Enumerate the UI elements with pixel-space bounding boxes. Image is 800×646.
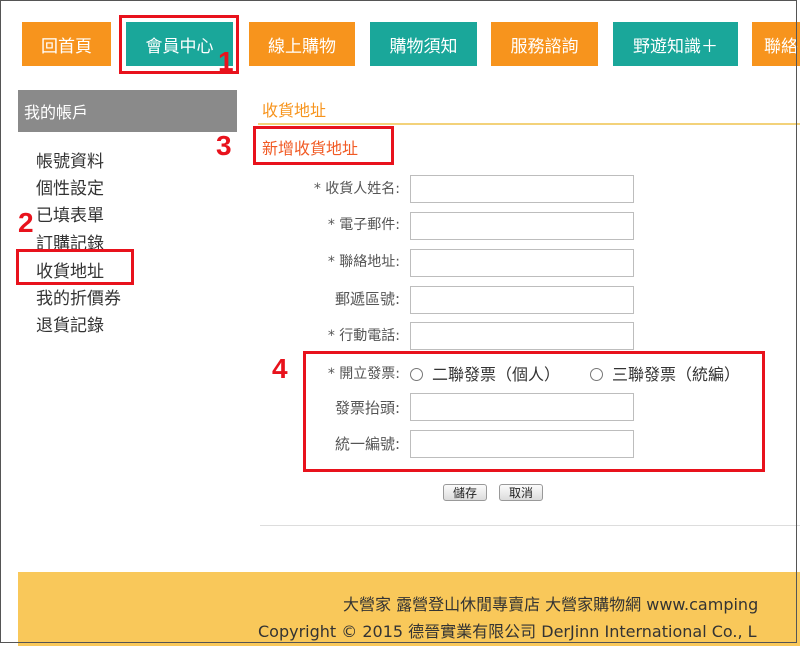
cancel-button[interactable]: 取消 — [499, 484, 543, 501]
sidebar-item-coupons[interactable]: 我的折價券 — [36, 284, 121, 309]
sidebar-item-returns[interactable]: 退貨記錄 — [36, 311, 104, 336]
address-label: * 聯絡地址: — [327, 254, 400, 270]
save-button[interactable]: 儲存 — [443, 484, 487, 501]
nav-contact[interactable]: 聯絡 — [752, 22, 800, 66]
annotation-number-3: 3 — [216, 130, 232, 161]
nav-service[interactable]: 服務諮詢 — [491, 22, 598, 66]
annotation-box-invoice — [303, 351, 765, 472]
name-field[interactable] — [410, 175, 634, 203]
footer-copyright: Copyright © 2015 德晉實業有限公司 DerJinn Intern… — [258, 622, 757, 641]
section-title: 收貨地址 — [262, 101, 327, 120]
nav-online-shopping[interactable]: 線上購物 — [249, 22, 355, 66]
sidebar-title: 我的帳戶 — [18, 90, 237, 132]
sidebar-item-forms[interactable]: 已填表單 — [36, 201, 104, 226]
email-field[interactable] — [410, 212, 634, 240]
name-label: * 收貨人姓名: — [313, 181, 400, 197]
nav-home[interactable]: 回首頁 — [22, 22, 111, 66]
nav-outdoor-knowledge[interactable]: 野遊知識＋ — [613, 22, 738, 66]
zip-field[interactable] — [410, 286, 634, 314]
annotation-box-shipping-address — [16, 249, 134, 285]
sidebar-item-settings[interactable]: 個性設定 — [36, 174, 104, 199]
sidebar-item-account[interactable]: 帳號資料 — [36, 147, 104, 172]
mobile-label: * 行動電話: — [327, 328, 400, 344]
mobile-field[interactable] — [410, 322, 634, 350]
address-field[interactable] — [410, 249, 634, 277]
zip-label: 郵遞區號: — [334, 290, 400, 308]
section-divider — [258, 123, 800, 125]
footer-store-info: 大營家 露營登山休閒專賣店 大營家購物網 www.camping — [343, 595, 759, 614]
email-label: * 電子郵件: — [327, 217, 400, 233]
form-divider — [260, 525, 800, 526]
annotation-box-add-address — [253, 126, 394, 165]
nav-shopping-guide[interactable]: 購物須知 — [370, 22, 477, 66]
annotation-number-1: 1 — [218, 46, 234, 77]
annotation-number-2: 2 — [18, 207, 34, 238]
annotation-number-4: 4 — [272, 353, 288, 384]
